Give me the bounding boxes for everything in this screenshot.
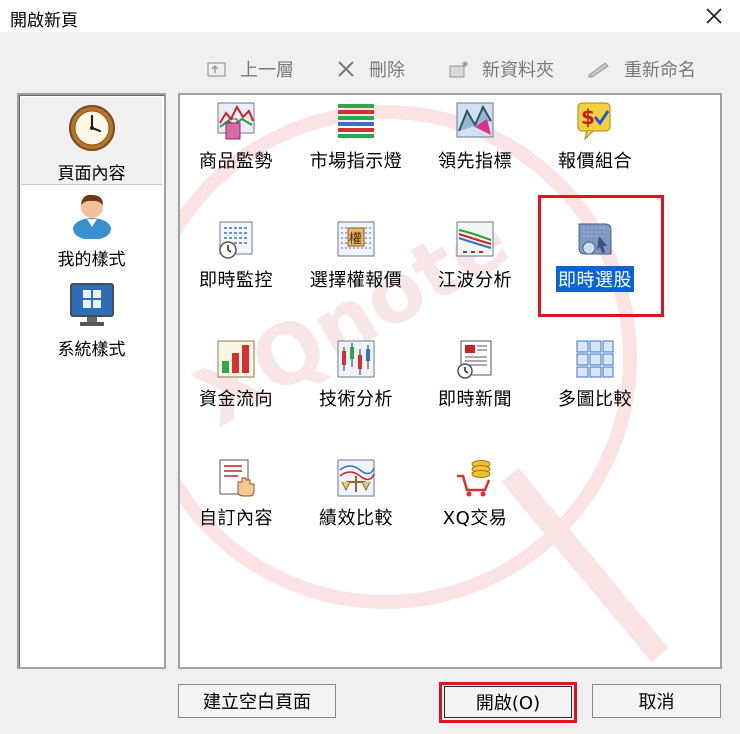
- grid-item[interactable]: 技術分析: [297, 339, 415, 411]
- create-blank-page-button[interactable]: 建立空白頁面: [178, 684, 336, 718]
- grid-item-label: 即時選股: [556, 266, 634, 292]
- cancel-button[interactable]: 取消: [592, 684, 721, 718]
- grid-item-label: 技術分析: [319, 389, 393, 410]
- cancel-label: 取消: [638, 692, 675, 713]
- rename-icon: [588, 62, 609, 78]
- category-label: 系統樣式: [57, 340, 126, 360]
- grid-item-label: 報價組合: [558, 151, 632, 172]
- grid-item-label: 領先指標: [438, 151, 512, 172]
- grid-item-label: 商品監勢: [199, 151, 273, 172]
- up-folder-icon: [207, 62, 226, 77]
- category-my-styles[interactable]: 我的樣式: [19, 191, 164, 270]
- delete-button[interactable]: 刪除: [335, 54, 405, 84]
- new-folder-label: 新資料夾: [482, 60, 554, 81]
- grid-item-label: 多圖比較: [558, 389, 632, 410]
- category-panel: 頁面內容 我的樣式 系統樣式: [17, 93, 166, 669]
- multi-chart-icon: [576, 340, 614, 378]
- grid-item[interactable]: 即時監控: [180, 220, 295, 292]
- grid-item[interactable]: 商品監勢: [180, 101, 295, 173]
- up-level-label: 上一層: [240, 60, 294, 81]
- new-folder-icon: [449, 61, 468, 78]
- cart-coins-icon: [457, 460, 491, 497]
- close-icon: [706, 8, 722, 24]
- category-label: 頁面內容: [57, 164, 126, 184]
- delete-label: 刪除: [369, 60, 405, 81]
- content-panel: XQnote 商品監勢 市場指示燈 領先指標 $ 報價組合 即時監控 權 選擇權…: [178, 93, 722, 669]
- grid-item-selected[interactable]: 即時選股: [536, 220, 654, 292]
- news-icon: [457, 340, 492, 379]
- clock-icon: [68, 105, 115, 151]
- new-folder-button[interactable]: 新資料夾: [448, 54, 554, 84]
- category-label: 我的樣式: [57, 250, 126, 270]
- grid-item[interactable]: 領先指標: [416, 101, 534, 173]
- rename-button[interactable]: 重新命名: [586, 54, 696, 84]
- window-title: 開啟新頁: [10, 11, 78, 31]
- toolbar: 上一層 刪除 新資料夾 重新命名: [200, 54, 720, 84]
- performance-icon: [337, 459, 375, 497]
- delete-icon: [338, 61, 354, 77]
- stock-picker-icon: [578, 223, 612, 255]
- title-bar: 開啟新頁: [0, 0, 740, 32]
- rename-label: 重新命名: [624, 60, 696, 81]
- realtime-monitor-icon: [219, 221, 253, 259]
- open-button[interactable]: 開啟(O): [444, 686, 572, 718]
- options-quote-icon: 權: [337, 221, 375, 257]
- leading-indicator-icon: [456, 102, 494, 138]
- indicator-bars-icon: [338, 104, 374, 138]
- user-icon: [72, 194, 111, 240]
- grid-item-label: 績效比較: [319, 508, 393, 529]
- grid-item[interactable]: 江波分析: [416, 220, 534, 292]
- money-flow-icon: [217, 340, 255, 378]
- svg-text:$: $: [581, 105, 595, 129]
- create-blank-label: 建立空白頁面: [203, 692, 311, 713]
- category-system-styles[interactable]: 系統樣式: [19, 281, 164, 360]
- grid-item[interactable]: 權 選擇權報價: [297, 220, 415, 292]
- grid-item-label: XQ交易: [442, 508, 508, 529]
- grid-item-label: 選擇權報價: [309, 270, 403, 291]
- grid-item-label: 資金流向: [199, 389, 273, 410]
- grid-item[interactable]: 市場指示燈: [297, 101, 415, 173]
- grid-item-label: 即時新聞: [438, 389, 512, 410]
- close-button[interactable]: [700, 2, 728, 30]
- wave-analysis-icon: [456, 221, 494, 257]
- quote-bundle-icon: $: [577, 102, 611, 141]
- monitor-windows-icon: [69, 283, 114, 326]
- custom-content-icon: [219, 459, 255, 497]
- grid-item-label: 自訂內容: [199, 508, 273, 529]
- category-page-content[interactable]: 頁面內容: [19, 103, 164, 184]
- grid-item[interactable]: 自訂內容: [180, 458, 295, 530]
- grid-item-label: 江波分析: [438, 270, 512, 291]
- monitor-chart-icon: [217, 102, 255, 140]
- grid-item[interactable]: 多圖比較: [536, 339, 654, 411]
- grid-item[interactable]: 即時新聞: [416, 339, 534, 411]
- grid-item[interactable]: $ 報價組合: [536, 101, 654, 173]
- grid-item[interactable]: XQ交易: [416, 458, 534, 530]
- open-label: 開啟(O): [475, 693, 541, 714]
- grid-item-label: 市場指示燈: [309, 151, 403, 172]
- up-level-button[interactable]: 上一層: [206, 54, 294, 84]
- grid-item[interactable]: 績效比較: [297, 458, 415, 530]
- svg-text:權: 權: [349, 232, 362, 247]
- candlestick-icon: [337, 340, 375, 378]
- grid-item[interactable]: 資金流向: [180, 339, 295, 411]
- grid-item-label: 即時監控: [199, 270, 273, 291]
